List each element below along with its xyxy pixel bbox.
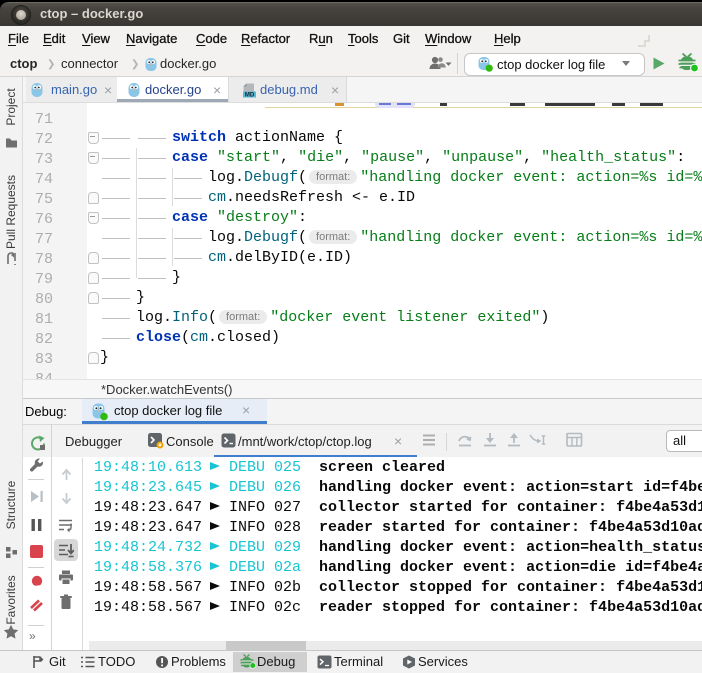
- svg-text:MD: MD: [245, 92, 255, 98]
